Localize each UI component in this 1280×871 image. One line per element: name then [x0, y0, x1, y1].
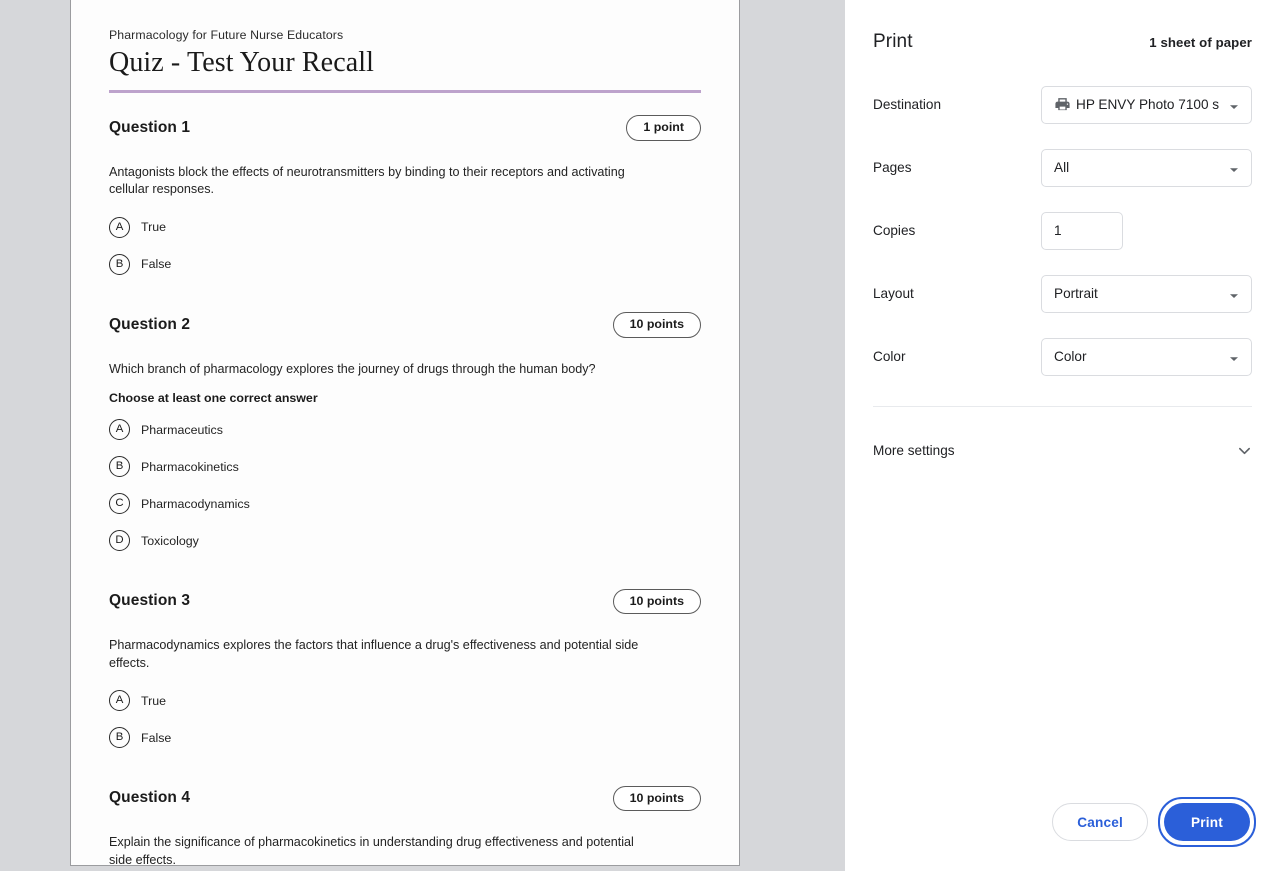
layout-value: Portrait — [1054, 286, 1098, 301]
question-heading: Question 2 — [109, 316, 191, 334]
more-settings-label: More settings — [873, 442, 955, 458]
destination-value: HP ENVY Photo 7100 s — [1076, 97, 1220, 112]
question-heading: Question 1 — [109, 118, 191, 136]
question-points-badge: 10 points — [612, 785, 701, 812]
document-kicker: Pharmacology for Future Nurse Educators — [109, 28, 344, 42]
option-letter-badge: B — [109, 456, 130, 478]
print-preview-screen: Pharmacology for Future Nurse Educators … — [0, 0, 1280, 871]
option-letter-badge: B — [109, 253, 130, 275]
option-letter-badge: D — [109, 530, 130, 552]
question-header: Question 1 1 point — [109, 115, 701, 141]
pages-label: Pages — [873, 160, 912, 175]
question-heading: Question 3 — [109, 592, 191, 610]
question-points-badge: 10 points — [612, 588, 701, 614]
option-label: True — [141, 693, 167, 708]
destination-select[interactable]: HP ENVY Photo 7100 s — [1041, 85, 1252, 124]
print-dialog-title: Print — [873, 31, 913, 52]
print-settings-list: Destination HP ENVY Photo 7100 s Pages A… — [845, 73, 1280, 407]
answer-option[interactable]: B False — [109, 726, 701, 750]
option-letter-badge: A — [109, 216, 130, 238]
option-letter-badge: C — [109, 493, 130, 515]
color-value: Color — [1054, 349, 1087, 364]
question-header: Question 2 10 points — [109, 312, 701, 338]
answer-options: A True B False — [109, 689, 701, 750]
option-letter-badge: B — [109, 727, 130, 749]
question-instruction: Choose at least one correct answer — [109, 390, 318, 405]
answer-option[interactable]: B Pharmacokinetics — [109, 455, 701, 479]
setting-row-layout: Layout Portrait — [873, 262, 1252, 325]
answer-option[interactable]: A Pharmaceutics — [109, 418, 701, 442]
setting-row-destination: Destination HP ENVY Photo 7100 s — [873, 73, 1252, 136]
cancel-button[interactable]: Cancel — [1052, 803, 1148, 841]
question-prompt: Antagonists block the effects of neurotr… — [109, 164, 625, 197]
copies-value: 1 — [1054, 223, 1062, 238]
panel-spacer — [845, 493, 1280, 797]
answer-option[interactable]: A True — [109, 215, 701, 239]
print-dialog-actions: Cancel Print — [845, 797, 1280, 871]
option-label: False — [141, 257, 172, 272]
setting-row-color: Color Color — [873, 325, 1252, 388]
destination-label: Destination — [873, 97, 942, 112]
question-header: Question 4 10 points — [109, 785, 701, 812]
print-panel-header: Print 1 sheet of paper — [845, 0, 1280, 53]
chevron-down-icon — [1229, 100, 1239, 110]
option-label: True — [141, 220, 167, 235]
answer-option[interactable]: A True — [109, 689, 701, 713]
setting-row-pages: Pages All — [873, 136, 1252, 199]
question-heading: Question 4 — [109, 789, 191, 807]
question-block: Question 2 10 points Which branch of pha… — [109, 312, 701, 552]
question-prompt: Explain the significance of pharmacokine… — [109, 835, 634, 866]
sheet-summary: 1 sheet of paper — [1149, 35, 1252, 50]
title-divider — [109, 90, 701, 94]
pages-select[interactable]: All — [1041, 148, 1252, 187]
option-letter-badge: A — [109, 419, 130, 441]
option-label: False — [141, 730, 172, 745]
question-block: Question 1 1 point Antagonists block the… — [109, 115, 701, 276]
question-block: Question 3 10 points Pharmacodynamics ex… — [109, 588, 701, 750]
setting-row-copies: Copies 1 — [873, 199, 1252, 262]
print-button-focus-ring: Print — [1158, 797, 1256, 847]
question-prompt: Pharmacodynamics explores the factors th… — [109, 638, 639, 670]
chevron-down-icon — [1237, 443, 1252, 458]
option-label: Toxicology — [141, 533, 199, 548]
more-settings-toggle[interactable]: More settings — [845, 407, 1280, 493]
color-label: Color — [873, 349, 906, 364]
chevron-down-icon — [1229, 289, 1239, 299]
answer-options: A Pharmaceutics B Pharmacokinetics C Pha… — [109, 418, 701, 553]
question-points-badge: 1 point — [626, 115, 701, 141]
option-label: Pharmaceutics — [141, 422, 223, 437]
copies-input[interactable]: 1 — [1041, 211, 1123, 250]
question-block: Question 4 10 points Explain the signifi… — [109, 785, 701, 866]
answer-options: A True B False — [109, 215, 701, 276]
question-header: Question 3 10 points — [109, 588, 701, 614]
color-select[interactable]: Color — [1041, 337, 1252, 376]
option-label: Pharmacokinetics — [141, 459, 239, 474]
answer-option[interactable]: D Toxicology — [109, 529, 701, 553]
question-points-badge: 10 points — [612, 312, 701, 338]
print-settings-panel: Print 1 sheet of paper Destination HP EN… — [845, 0, 1280, 871]
layout-label: Layout — [873, 286, 914, 301]
chevron-down-icon — [1229, 352, 1239, 362]
print-preview-area: Pharmacology for Future Nurse Educators … — [0, 0, 845, 871]
printer-icon — [1054, 96, 1071, 113]
document-title: Quiz - Test Your Recall — [109, 47, 375, 78]
answer-option[interactable]: B False — [109, 252, 701, 276]
preview-page: Pharmacology for Future Nurse Educators … — [70, 0, 740, 866]
copies-label: Copies — [873, 223, 916, 238]
chevron-down-icon — [1229, 163, 1239, 173]
question-prompt: Which branch of pharmacology explores th… — [109, 361, 596, 376]
option-label: Pharmacodynamics — [141, 496, 250, 511]
pages-value: All — [1054, 160, 1070, 175]
answer-option[interactable]: C Pharmacodynamics — [109, 492, 701, 516]
print-button[interactable]: Print — [1164, 803, 1250, 841]
option-letter-badge: A — [109, 690, 130, 712]
layout-select[interactable]: Portrait — [1041, 274, 1252, 313]
